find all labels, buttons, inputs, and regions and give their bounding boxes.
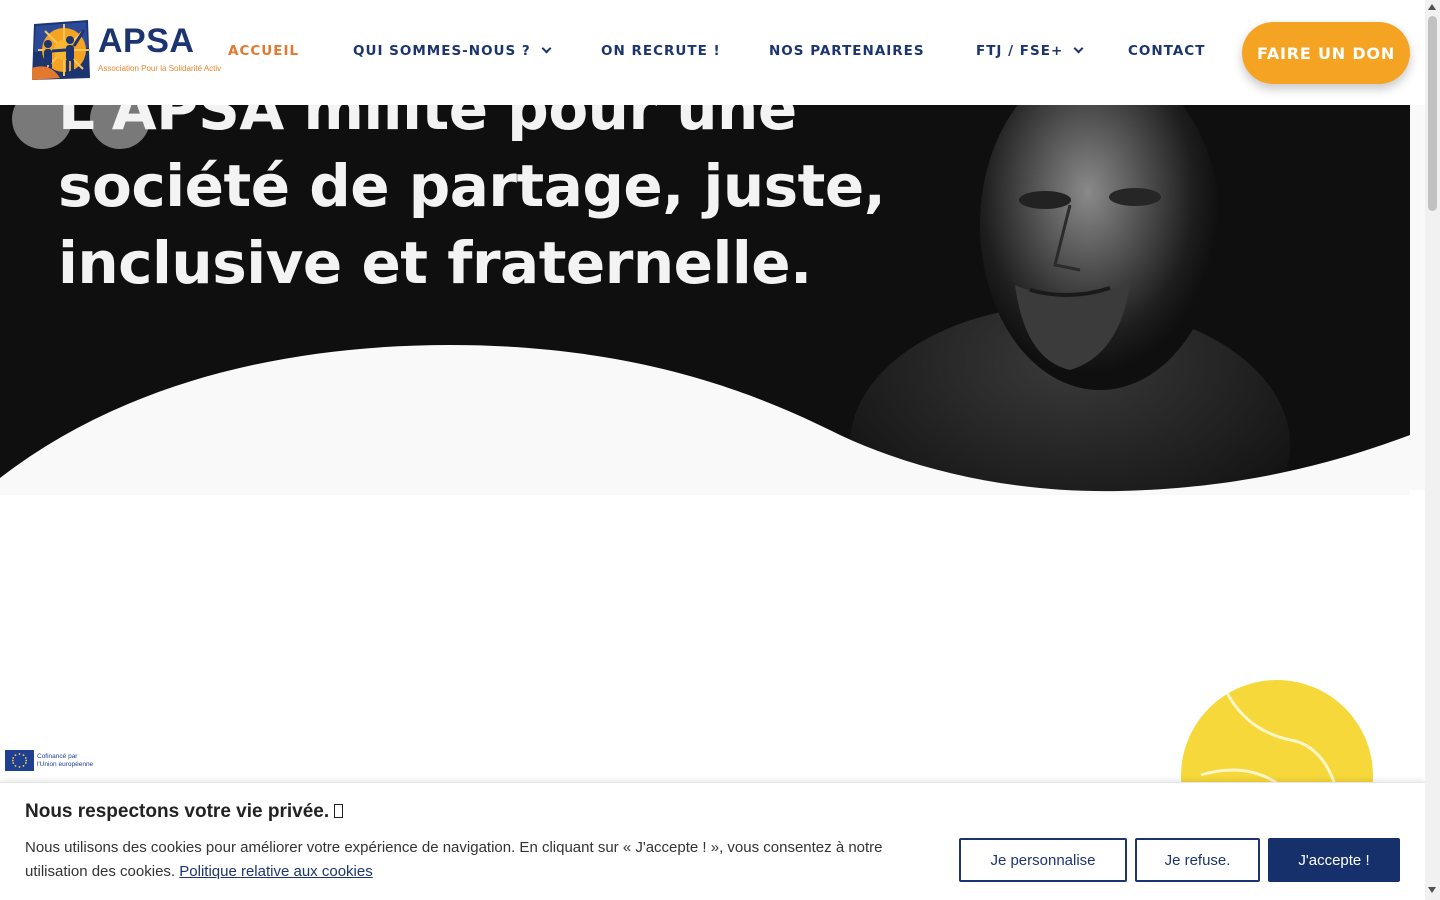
hero-wave-divider [0,345,1410,495]
accept-cookies-button[interactable]: J'accepte ! [1268,838,1400,882]
nav-item-ftj-fse[interactable]: FTJ / FSE+ [976,43,1084,59]
logo-name: APSA [98,22,195,60]
logo-tagline: Association Pour la Solidarité Activ [98,64,222,73]
nav-label: ACCUEIL [228,43,300,59]
nav-item-qui-sommes-nous[interactable]: QUI SOMMES-NOUS ? [353,43,552,59]
nav-item-accueil[interactable]: ACCUEIL [228,43,299,59]
cookie-consent-banner: Nous respectons votre vie privée. Nous u… [0,782,1425,900]
nav-label: FTJ / FSE+ [976,43,1064,59]
eu-cofunding-badge: Cofinancé par l'Union européenne [5,750,93,771]
eu-flag-icon [5,750,34,771]
chevron-down-icon [541,43,552,54]
page-scrollbar[interactable] [1425,0,1440,900]
nav-item-nos-partenaires[interactable]: NOS PARTENAIRES [769,43,925,59]
cookie-title: Nous respectons votre vie privée. [25,801,344,823]
scrollbar-thumb[interactable] [1428,16,1437,211]
eu-badge-text: Cofinancé par l'Union européenne [37,752,94,768]
nav-label: ON RECRUTE ! [601,43,721,59]
donate-button[interactable]: FAIRE UN DON [1242,22,1410,84]
site-header: APSA Association Pour la Solidarité Acti… [0,0,1425,105]
apsa-logo[interactable]: APSA Association Pour la Solidarité Acti… [30,18,221,86]
nav-item-contact[interactable]: CONTACT [1128,43,1205,59]
nav-label: CONTACT [1128,43,1206,59]
nav-item-on-recrute[interactable]: ON RECRUTE ! [601,43,721,59]
customize-cookies-button[interactable]: Je personnalise [959,838,1127,882]
scroll-down-arrow-icon[interactable] [1428,887,1436,893]
cookie-policy-link[interactable]: Politique relative aux cookies [179,863,372,880]
chevron-down-icon [1073,43,1084,54]
logo-emblem-icon [32,20,90,80]
nav-label: NOS PARTENAIRES [769,43,925,59]
cookie-icon [334,804,344,818]
scroll-up-arrow-icon[interactable] [1428,4,1436,10]
refuse-cookies-button[interactable]: Je refuse. [1135,838,1260,882]
nav-label: QUI SOMMES-NOUS ? [353,43,531,59]
hero-banner: L'APSA milite pour une société de partag… [0,105,1410,495]
cookie-description: Nous utilisons des cookies pour améliore… [25,839,883,880]
